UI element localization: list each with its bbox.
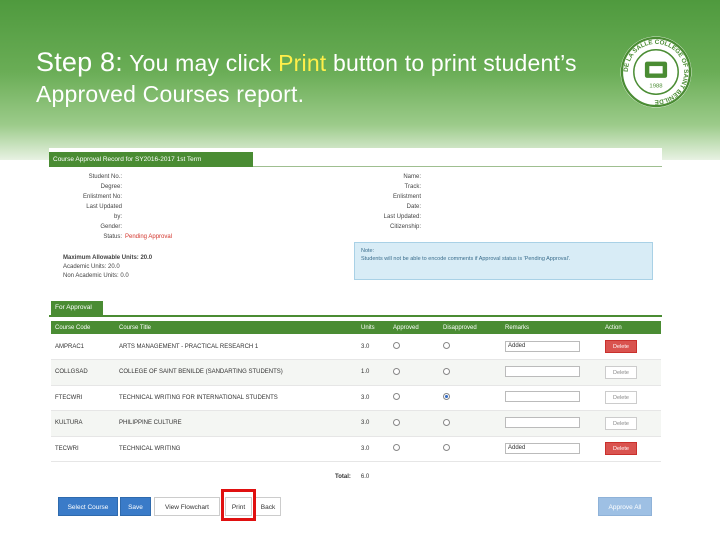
col-disapproved: Disapproved xyxy=(439,321,501,334)
delete-button[interactable]: Delete xyxy=(605,442,637,456)
info-row: Student No.: xyxy=(88,174,122,180)
col-course-code: Course Code xyxy=(51,321,115,334)
disapproved-radio[interactable] xyxy=(443,444,450,452)
info-label: Enlistment xyxy=(392,194,421,200)
col-action: Action xyxy=(601,321,661,334)
note-label: Note: xyxy=(361,248,375,254)
units-summary: Maximum Allowable Units: 20.0 Academic U… xyxy=(63,254,152,281)
course-code: TECWRI xyxy=(51,436,115,462)
info-label: Last Updated: xyxy=(383,214,421,220)
course-units: 1.0 xyxy=(357,359,389,386)
course-units: 3.0 xyxy=(357,410,389,437)
table-row: FTECWRI TECHNICAL WRITING FOR INTERNATION… xyxy=(51,385,661,411)
info-row: Gender: xyxy=(100,224,122,230)
disapproved-radio[interactable] xyxy=(443,367,450,375)
col-approved: Approved xyxy=(389,321,439,334)
status-badge: Pending Approval xyxy=(125,234,173,240)
approve-all-button[interactable]: Approve All xyxy=(598,497,652,516)
back-button[interactable]: Back xyxy=(255,497,281,516)
course-title: PHILIPPINE CULTURE xyxy=(115,410,357,437)
approved-radio[interactable] xyxy=(393,393,400,401)
col-course-title: Course Title xyxy=(115,321,357,334)
remarks-input[interactable]: Added xyxy=(505,443,580,455)
course-code: KULTURA xyxy=(51,410,115,437)
print-highlight-box xyxy=(221,489,256,521)
title-divider xyxy=(253,166,662,167)
disapproved-radio[interactable] xyxy=(443,342,450,349)
info-label: Track: xyxy=(404,184,421,190)
remarks-input[interactable] xyxy=(505,365,580,377)
course-units: 3.0 xyxy=(357,385,389,411)
course-title: TECHNICAL WRITING xyxy=(115,436,357,462)
table-header-row: Course Code Course Title Units Approved … xyxy=(51,321,661,334)
course-code: FTECWRI xyxy=(51,385,115,411)
delete-button[interactable]: Delete xyxy=(605,391,637,405)
info-row: Enlistment No: xyxy=(82,194,122,200)
screenshot-panel: Course Approval Record for SY2016-2017 1… xyxy=(49,148,662,520)
step-label: Step 8: xyxy=(36,47,123,77)
remarks-input[interactable]: Added xyxy=(505,341,580,352)
table-row: TECWRI TECHNICAL WRITING 3.0 Added Delete xyxy=(51,436,661,462)
student-info-left: Student No.: Degree: Enlistment No: Last… xyxy=(49,172,209,242)
courses-table: Course Code Course Title Units Approved … xyxy=(51,321,661,462)
save-button[interactable]: Save xyxy=(120,497,151,516)
academic-units: Academic Units: 20.0 xyxy=(63,264,120,270)
table-row: AMPRAC1 ARTS MANAGEMENT - PRACTICAL RESEA… xyxy=(51,334,661,360)
tab-divider xyxy=(49,315,662,317)
total-value: 6.0 xyxy=(360,474,370,480)
max-units: Maximum Allowable Units: 20.0 xyxy=(63,255,153,261)
info-row: Degree: xyxy=(100,184,122,190)
info-label: Name: xyxy=(403,174,421,180)
table-row: COLLGSAD COLLEGE OF SAINT BENILDE (SANDAR… xyxy=(51,359,661,386)
info-row: by: xyxy=(113,214,122,220)
course-units: 3.0 xyxy=(357,436,389,462)
course-title: TECHNICAL WRITING FOR INTERNATIONAL STUD… xyxy=(115,385,357,411)
remarks-input[interactable] xyxy=(505,416,580,428)
col-remarks: Remarks xyxy=(501,321,601,334)
tab-for-approval[interactable]: For Approval xyxy=(51,301,103,315)
delete-button[interactable]: Delete xyxy=(605,365,637,379)
info-label: Date: xyxy=(406,204,421,210)
info-label: Citizenship: xyxy=(389,224,421,230)
college-seal-logo: DE LA SALLE COLLEGE OF SAINT BENILDE 198… xyxy=(620,36,692,108)
select-course-button[interactable]: Select Course xyxy=(58,497,118,516)
table-row: KULTURA PHILIPPINE CULTURE 3.0 Delete xyxy=(51,410,661,437)
remarks-input[interactable] xyxy=(505,391,580,403)
approved-radio[interactable] xyxy=(393,444,400,452)
slide-title: Step 8: You may click Print button to pr… xyxy=(36,47,616,110)
seal-year: 1988 xyxy=(649,84,663,90)
approved-radio[interactable] xyxy=(393,342,400,349)
col-units: Units xyxy=(357,321,389,334)
title-text-before: You may click xyxy=(122,50,279,76)
info-row-status: Status: Pending Approval xyxy=(103,234,173,240)
course-title: ARTS MANAGEMENT - PRACTICAL RESEARCH 1 xyxy=(115,334,357,360)
non-academic-units: Non Academic Units: 0.0 xyxy=(63,273,129,279)
course-title: COLLEGE OF SAINT BENILDE (SANDARTING STU… xyxy=(115,359,357,386)
approved-radio[interactable] xyxy=(393,367,400,375)
total-label: Total: xyxy=(335,474,351,480)
disapproved-radio[interactable] xyxy=(443,418,450,426)
delete-button[interactable]: Delete xyxy=(605,416,637,430)
course-units: 3.0 xyxy=(357,334,389,360)
total-row: Total: 6.0 xyxy=(335,474,369,480)
student-info-right: Name: Track: Enlistment Date: Last Updat… xyxy=(359,172,479,232)
approved-radio[interactable] xyxy=(393,418,400,426)
disapproved-radio[interactable] xyxy=(443,393,450,401)
note-text: Students will not be able to encode comm… xyxy=(361,256,571,262)
title-highlight-word: Print xyxy=(278,50,327,76)
view-flowchart-button[interactable]: View Flowchart xyxy=(154,497,220,516)
course-code: AMPRAC1 xyxy=(51,334,115,360)
record-title: Course Approval Record for SY2016-2017 1… xyxy=(49,152,253,167)
course-code: COLLGSAD xyxy=(51,359,115,386)
note-box: Note: Students will not be able to encod… xyxy=(354,242,653,280)
info-row: Last Updated xyxy=(86,204,122,210)
delete-button[interactable]: Delete xyxy=(605,340,637,353)
